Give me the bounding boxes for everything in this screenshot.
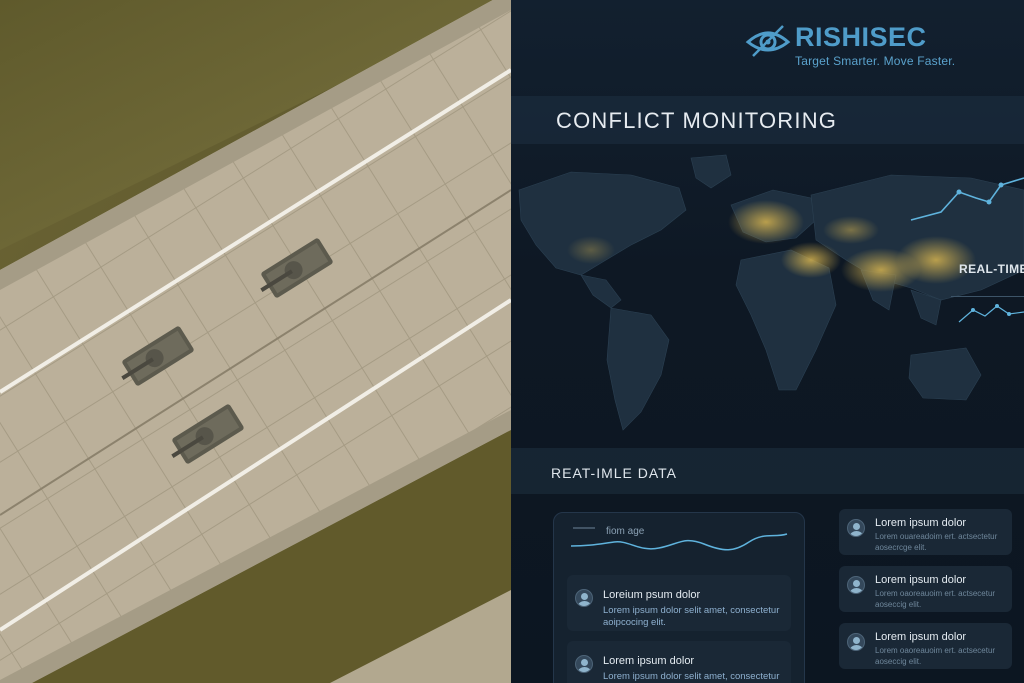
item-body: Lorem ouareadoim ert. actsectetur aosecr… [875,531,997,553]
divider [951,296,1024,297]
item-body: Lorem ipsum dolor selit amet, consectetu… [603,605,779,629]
item-body-line: Lorem ipsum dolor selit amet, consectetu… [603,605,780,616]
section-title: REAT-IMLE DATA [551,465,678,481]
user-avatar-icon [847,633,865,651]
list-item[interactable]: Lorem ipsum dolor Lorem oaoreauoim ert. … [839,623,1012,669]
list-item[interactable]: Loreium psum dolor Lorem ipsum dolor sel… [567,575,791,631]
item-body: Lorem oaoreauoim ert. actsecetur aosecci… [875,645,995,667]
sparkline-label: fiom age [606,526,645,537]
item-title: Lorem ipsum dolor [875,574,967,586]
page-title: CONFLICT MONITORING [556,108,838,133]
user-avatar-icon [847,576,865,594]
item-body-line: Lorem oaoreauoim ert. actsecetur [875,589,996,598]
item-body-line: Lorem ouareadoim ert. actsectetur [875,532,998,541]
aerial-photo [0,0,511,683]
item-title: Lorem ipsum dolor [603,655,695,667]
user-avatar-icon [847,519,865,537]
list-item[interactable]: Lorem ipsum dolor Lorem ipsum dolor seli… [567,641,791,683]
item-title: Loreium psum dolor [603,589,701,601]
item-body: Lorem ipsum dolor selit amet, consectetu… [603,671,779,683]
item-body-line: aoseccig elit. [875,600,922,609]
item-body-line: aoipcocing elit. [603,617,666,628]
brand-header: RISHISEC Target Smarter. Move Faster. [745,22,955,68]
list-item[interactable]: Lorem ipsum dolor Lorem ouareadoim ert. … [839,509,1012,555]
sparkline [570,527,788,551]
item-title: Lorem ipsum dolor [875,631,967,643]
brand-tagline: Target Smarter. Move Faster. [795,54,956,68]
eye-logo-icon [745,25,791,57]
dashboard-panel: RISHISEC Target Smarter. Move Faster. CO… [511,0,1024,683]
item-title: Lorem ipsum dolor [875,517,967,529]
user-avatar-icon [575,655,593,673]
user-avatar-icon [575,589,593,607]
item-body-line: Lorem oaoreauoim ert. actsecetur [875,646,996,655]
item-body: Lorem oaoreauoim ert. actsecetur aosecci… [875,588,995,610]
list-item[interactable]: Lorem ipsum dolor Lorem oaoreauoim ert. … [839,566,1012,612]
item-body-line: aoseccig elit. [875,657,922,666]
real-time-label: REAL-TIME [959,262,1024,276]
item-body-line: aosecrcge elit. [875,543,927,552]
brand-name: RISHISEC [795,22,927,52]
item-body-line: Lorem ipsum dolor selit amet, consectetu… [603,671,780,682]
world-map [518,154,1024,431]
aerial-runway-image [0,0,511,683]
